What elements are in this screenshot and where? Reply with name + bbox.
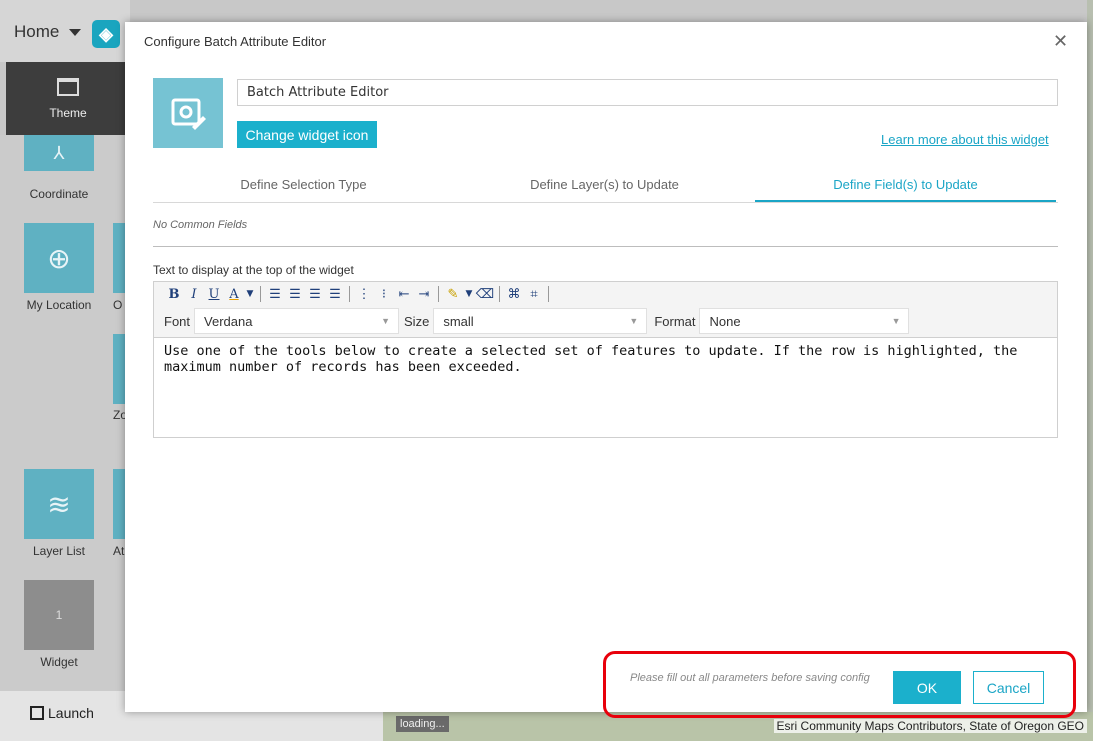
- toolbar-separator: [349, 286, 350, 302]
- app-logo-icon: ◈: [92, 20, 120, 48]
- toolbar-font-row: Font Verdana ▼ Size small ▼ Format None …: [154, 307, 910, 335]
- format-label: Format: [654, 313, 696, 329]
- theme-icon: [57, 78, 79, 96]
- toolbar-separator: [499, 286, 500, 302]
- align-center-icon[interactable]: ☰: [285, 285, 305, 303]
- unlink-icon[interactable]: ⌗: [524, 285, 544, 303]
- coordinate-widget-tile[interactable]: ⅄: [24, 135, 94, 171]
- change-widget-icon-button[interactable]: Change widget icon: [237, 121, 377, 148]
- font-select-value: Verdana: [204, 313, 253, 329]
- partial-widget-tile[interactable]: [113, 334, 125, 404]
- unordered-list-icon[interactable]: ⁝: [374, 285, 394, 303]
- chevron-down-icon: ▼: [891, 316, 901, 326]
- size-select[interactable]: small ▼: [433, 308, 648, 334]
- my-location-label: My Location: [26, 298, 92, 312]
- launch-label: Launch: [48, 705, 94, 721]
- partial-widget-label: O: [113, 298, 123, 312]
- toolbar-format-row: B I U A ▼ ☰ ☰ ☰ ☰ ⋮ ⁝ ⇤ ⇥ ✎ ▼ ⌫ ⌘ ⌗: [164, 285, 553, 303]
- home-label: Home: [14, 22, 60, 41]
- launch-icon: [30, 706, 44, 720]
- align-left-icon[interactable]: ☰: [265, 285, 285, 303]
- map-edge: [1087, 0, 1093, 712]
- tab-define-layers[interactable]: Define Layer(s) to Update: [454, 172, 755, 202]
- partial-widget-tile[interactable]: [113, 223, 125, 293]
- eraser-icon[interactable]: ⌫: [475, 285, 495, 303]
- size-select-value: small: [443, 313, 474, 329]
- theme-tab-label: Theme: [49, 106, 87, 120]
- font-select[interactable]: Verdana ▼: [194, 308, 400, 334]
- indent-icon[interactable]: ⇥: [414, 285, 434, 303]
- cancel-button[interactable]: Cancel: [973, 671, 1044, 704]
- font-color-button[interactable]: A: [224, 285, 244, 303]
- crosshair-icon: ⊕: [47, 242, 71, 274]
- close-icon[interactable]: ✕: [1053, 32, 1068, 50]
- placeholder-number: 1: [55, 608, 63, 622]
- tab-define-fields[interactable]: Define Field(s) to Update: [755, 172, 1056, 202]
- config-tabs: Define Selection Type Define Layer(s) to…: [153, 172, 1058, 203]
- font-color-dropdown-icon[interactable]: ▼: [244, 285, 256, 303]
- widget-label: Widget: [40, 655, 78, 669]
- chevron-down-icon: ▼: [381, 316, 391, 326]
- underline-button[interactable]: U: [204, 285, 224, 303]
- toolbar-separator: [548, 286, 549, 302]
- coordinate-label: Coordinate: [29, 187, 89, 201]
- launch-button[interactable]: Launch: [30, 705, 94, 721]
- ok-button[interactable]: OK: [893, 671, 961, 704]
- tab-define-selection-type[interactable]: Define Selection Type: [153, 172, 454, 202]
- caret-down-icon: [69, 28, 82, 36]
- layers-icon: ≋: [47, 488, 71, 520]
- size-label: Size: [404, 313, 430, 329]
- toolbar-separator: [438, 286, 439, 302]
- map-attribution: Esri Community Maps Contributors, State …: [773, 719, 1087, 733]
- theme-tab[interactable]: Theme: [6, 62, 130, 135]
- footer-note: Please fill out all parameters before sa…: [630, 672, 870, 684]
- widget-icon-preview: [153, 78, 223, 148]
- configure-widget-dialog: Configure Batch Attribute Editor ✕ Chang…: [125, 22, 1087, 712]
- my-location-widget-tile[interactable]: ⊕: [24, 223, 94, 293]
- format-select-value: None: [709, 313, 741, 329]
- toolbar-separator: [260, 286, 261, 302]
- highlight-pen-icon[interactable]: ✎: [443, 285, 463, 303]
- partial-widget-label: At: [113, 544, 125, 558]
- italic-button[interactable]: I: [184, 285, 204, 303]
- highlight-dropdown-icon[interactable]: ▼: [463, 285, 475, 303]
- loading-indicator: loading...: [396, 716, 449, 732]
- settings-edit-icon: [171, 98, 206, 130]
- partial-widget-tile[interactable]: [113, 469, 125, 539]
- layer-list-label: Layer List: [32, 544, 86, 558]
- editor-label: Text to display at the top of the widget: [153, 263, 354, 277]
- learn-more-link[interactable]: Learn more about this widget: [881, 132, 1049, 147]
- bold-button[interactable]: B: [164, 285, 184, 303]
- align-right-icon[interactable]: ☰: [305, 285, 325, 303]
- format-select[interactable]: None ▼: [699, 308, 910, 334]
- chevron-down-icon: ▼: [629, 316, 639, 326]
- font-label: Font: [164, 313, 191, 329]
- ordered-list-icon[interactable]: ⋮: [354, 285, 374, 303]
- editor-content[interactable]: Use one of the tools below to create a s…: [164, 343, 1044, 375]
- placeholder-widget-tile[interactable]: 1: [24, 580, 94, 650]
- home-menu[interactable]: Home: [14, 22, 82, 42]
- dialog-title: Configure Batch Attribute Editor: [144, 34, 327, 49]
- divider: [153, 246, 1058, 247]
- align-justify-icon[interactable]: ☰: [325, 285, 345, 303]
- no-common-fields-text: No Common Fields: [153, 219, 248, 231]
- layer-list-widget-tile[interactable]: ≋: [24, 469, 94, 539]
- axes-icon: ⅄: [53, 142, 65, 163]
- outdent-icon[interactable]: ⇤: [394, 285, 414, 303]
- link-icon[interactable]: ⌘: [504, 285, 524, 303]
- app-header: Home ◈: [0, 0, 130, 62]
- rich-text-editor: B I U A ▼ ☰ ☰ ☰ ☰ ⋮ ⁝ ⇤ ⇥ ✎ ▼ ⌫ ⌘ ⌗ Font…: [153, 281, 1058, 438]
- editor-toolbar: B I U A ▼ ☰ ☰ ☰ ☰ ⋮ ⁝ ⇤ ⇥ ✎ ▼ ⌫ ⌘ ⌗ Font…: [154, 282, 1057, 338]
- widget-name-input[interactable]: [237, 79, 1058, 106]
